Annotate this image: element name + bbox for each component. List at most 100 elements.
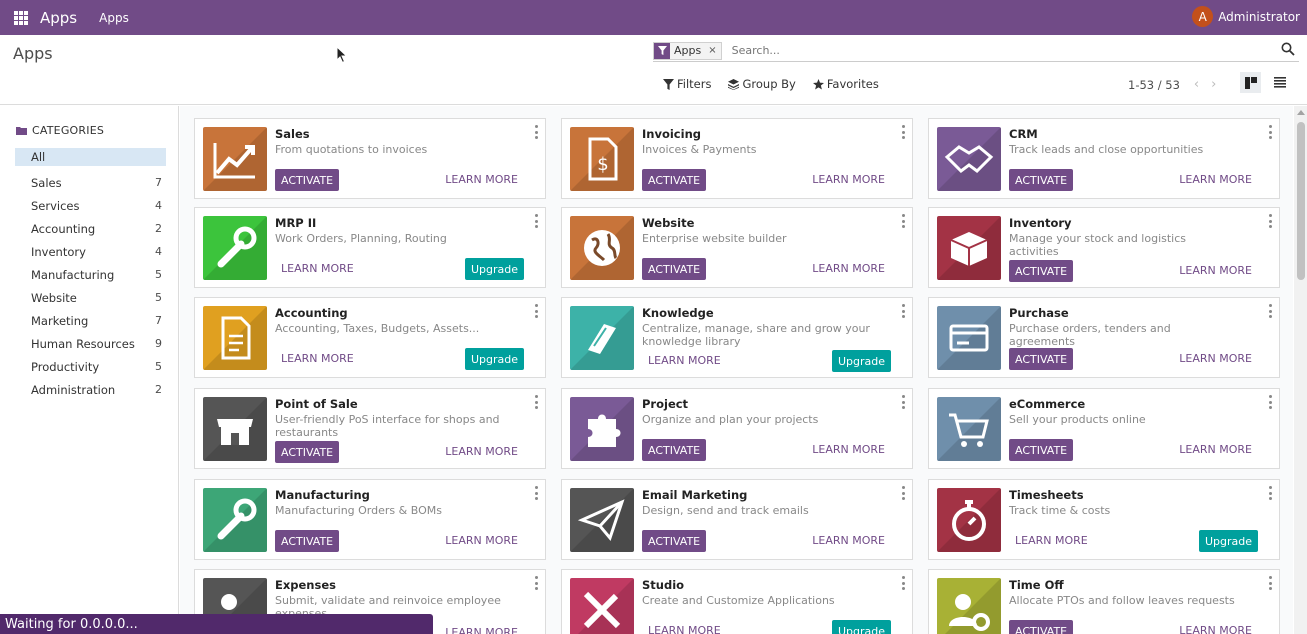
category-count: 4 (155, 199, 162, 212)
category-marketing[interactable]: Marketing 7 (15, 309, 166, 332)
category-label: Productivity (31, 359, 100, 374)
app-card-purchase: Purchase Purchase orders, tenders and agr… (928, 297, 1280, 378)
app-description: Manage your stock and logistics activiti… (1009, 232, 1187, 258)
card-dropdown-icon[interactable] (535, 576, 539, 590)
upgrade-button[interactable]: Upgrade (464, 258, 524, 280)
navbar-brand[interactable]: Apps (40, 9, 77, 27)
card-dropdown-icon[interactable] (902, 304, 906, 318)
category-administration[interactable]: Administration 2 (15, 378, 166, 401)
category-label: Sales (31, 175, 62, 190)
learn-more-button[interactable]: LEARN MORE (1179, 624, 1252, 634)
upgrade-button[interactable]: Upgrade (464, 348, 524, 370)
category-manufacturing[interactable]: Manufacturing 5 (15, 263, 166, 286)
card-dropdown-icon[interactable] (1269, 214, 1273, 228)
upgrade-button[interactable]: Upgrade (831, 620, 891, 634)
learn-more-button[interactable]: LEARN MORE (1179, 443, 1252, 456)
category-productivity[interactable]: Productivity 5 (15, 355, 166, 378)
app-name: Website (642, 216, 695, 230)
learn-more-button[interactable]: LEARN MORE (1015, 534, 1088, 547)
app-card-manufacturing: Manufacturing Manufacturing Orders & BOMs… (194, 479, 546, 560)
card-dropdown-icon[interactable] (535, 486, 539, 500)
learn-more-button[interactable]: LEARN MORE (648, 624, 721, 634)
kanban-view-button[interactable] (1240, 72, 1261, 93)
search-input[interactable] (731, 44, 1272, 57)
card-dropdown-icon[interactable] (535, 214, 539, 228)
activate-button[interactable]: ACTIVATE (642, 439, 707, 461)
category-accounting[interactable]: Accounting 2 (15, 217, 166, 240)
upgrade-button[interactable]: Upgrade (1198, 530, 1258, 552)
activate-button[interactable]: ACTIVATE (642, 530, 707, 552)
activate-button[interactable]: ACTIVATE (275, 530, 340, 552)
card-dropdown-icon[interactable] (1269, 486, 1273, 500)
category-all[interactable]: All (15, 148, 166, 166)
app-description: User-friendly PoS interface for shops an… (275, 413, 500, 439)
pager-value[interactable]: 1-53 / 53 (1128, 78, 1180, 92)
folder-icon (16, 127, 27, 135)
learn-more-button[interactable]: LEARN MORE (445, 173, 518, 186)
card-dropdown-icon[interactable] (902, 214, 906, 228)
card-dropdown-icon[interactable] (902, 125, 906, 139)
activate-button[interactable]: ACTIVATE (1009, 260, 1074, 282)
activate-button[interactable]: ACTIVATE (275, 441, 340, 463)
user-menu[interactable]: A Administrator (1192, 6, 1300, 27)
activate-button[interactable]: ACTIVATE (275, 169, 340, 191)
learn-more-button[interactable]: LEARN MORE (281, 352, 354, 365)
learn-more-button[interactable]: LEARN MORE (648, 354, 721, 367)
search-icon[interactable] (1281, 42, 1295, 56)
learn-more-button[interactable]: LEARN MORE (445, 445, 518, 458)
activate-button[interactable]: ACTIVATE (642, 169, 707, 191)
learn-more-button[interactable]: LEARN MORE (445, 534, 518, 547)
scroll-up-icon[interactable] (1297, 110, 1305, 115)
learn-more-button[interactable]: LEARN MORE (281, 262, 354, 275)
card-dropdown-icon[interactable] (902, 486, 906, 500)
learn-more-button[interactable]: LEARN MORE (812, 443, 885, 456)
app-description: Manufacturing Orders & BOMs (275, 504, 442, 517)
app-description: Organize and plan your projects (642, 413, 819, 426)
card-dropdown-icon[interactable] (1269, 576, 1273, 590)
activate-button[interactable]: ACTIVATE (1009, 169, 1074, 191)
facet-remove-icon[interactable]: × (704, 43, 720, 59)
card-dropdown-icon[interactable] (535, 125, 539, 139)
learn-more-button[interactable]: LEARN MORE (1179, 264, 1252, 277)
category-inventory[interactable]: Inventory 4 (15, 240, 166, 263)
control-panel: Apps Apps × Filters Group By Favorites (0, 35, 1307, 105)
activate-button[interactable]: ACTIVATE (1009, 439, 1074, 461)
learn-more-button[interactable]: LEARN MORE (812, 534, 885, 547)
card-dropdown-icon[interactable] (1269, 395, 1273, 409)
learn-more-button[interactable]: LEARN MORE (1179, 352, 1252, 365)
app-menu-grid-icon[interactable] (14, 10, 28, 25)
upgrade-button[interactable]: Upgrade (831, 350, 891, 372)
pager-next-icon[interactable]: › (1211, 77, 1216, 92)
list-view-button[interactable] (1269, 72, 1290, 93)
category-website[interactable]: Website 5 (15, 286, 166, 309)
card-dropdown-icon[interactable] (1269, 125, 1273, 139)
card-dropdown-icon[interactable] (902, 576, 906, 590)
activate-button[interactable]: ACTIVATE (1009, 348, 1074, 370)
learn-more-button[interactable]: LEARN MORE (812, 173, 885, 186)
category-sales[interactable]: Sales 7 (15, 171, 166, 194)
scrollbar-thumb[interactable] (1297, 122, 1305, 280)
layers-icon (728, 78, 740, 90)
filters-button[interactable]: Filters (663, 77, 711, 91)
card-dropdown-icon[interactable] (535, 304, 539, 318)
activate-button[interactable]: ACTIVATE (1009, 620, 1074, 634)
facet-value: Apps (674, 44, 702, 57)
category-human-resources[interactable]: Human Resources 9 (15, 332, 166, 355)
group-by-button[interactable]: Group By (728, 77, 796, 91)
card-dropdown-icon[interactable] (1269, 304, 1273, 318)
card-dropdown-icon[interactable] (902, 395, 906, 409)
learn-more-button[interactable]: LEARN MORE (1179, 173, 1252, 186)
category-label: Accounting (31, 221, 96, 236)
pager-previous-icon[interactable]: ‹ (1194, 77, 1199, 92)
app-description: Create and Customize Applications (642, 594, 835, 607)
card-dropdown-icon[interactable] (535, 395, 539, 409)
navbar-menu-apps[interactable]: Apps (99, 11, 129, 25)
activate-button[interactable]: ACTIVATE (642, 258, 707, 280)
learn-more-button[interactable]: LEARN MORE (445, 626, 518, 634)
favorites-button[interactable]: Favorites (812, 77, 879, 91)
scrollbar[interactable] (1294, 106, 1307, 634)
category-count: 2 (155, 383, 162, 396)
app-name: Expenses (275, 578, 336, 592)
category-services[interactable]: Services 4 (15, 194, 166, 217)
learn-more-button[interactable]: LEARN MORE (812, 262, 885, 275)
